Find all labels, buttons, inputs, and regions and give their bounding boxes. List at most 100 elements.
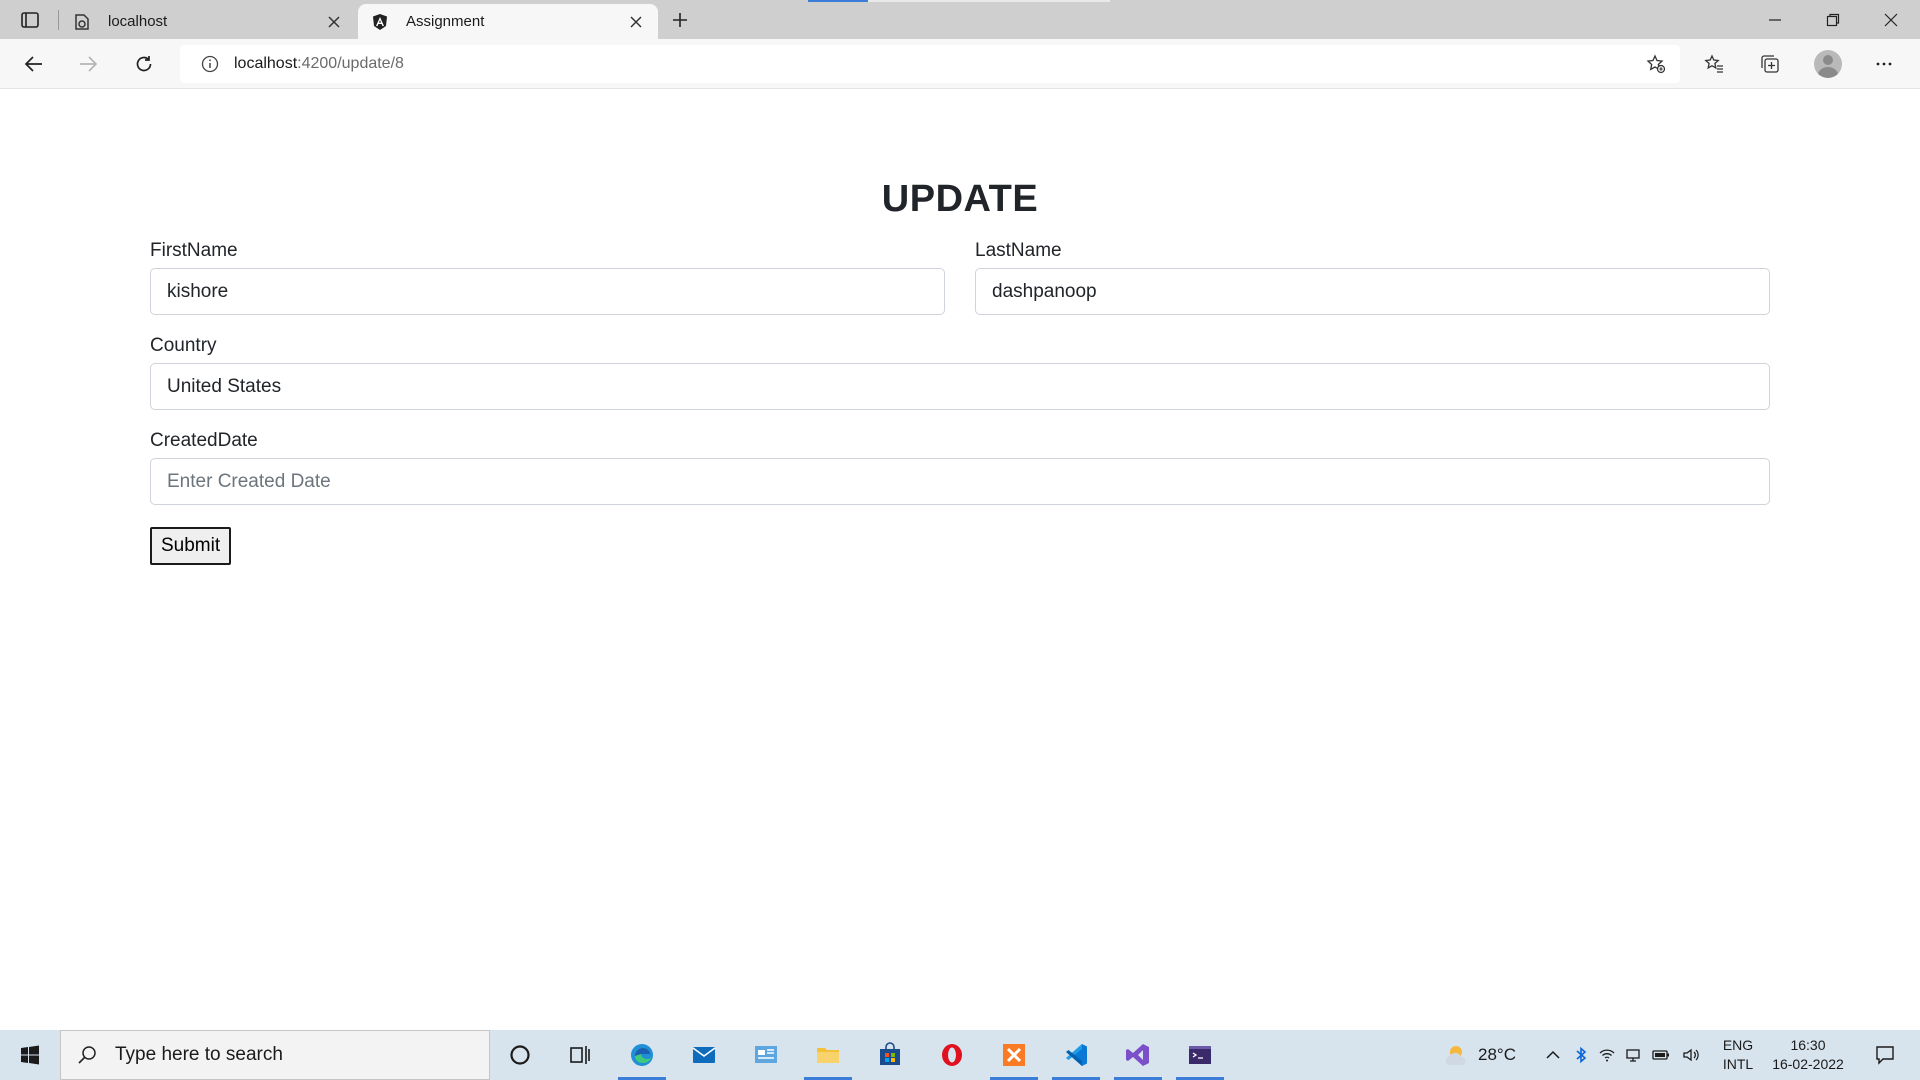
clock[interactable]: 16:30 16-02-2022 bbox=[1766, 1036, 1850, 1074]
keyboard-layout: INTL bbox=[1722, 1056, 1754, 1072]
country-input[interactable] bbox=[150, 363, 1770, 410]
store-icon bbox=[880, 1042, 900, 1065]
file-explorer-app[interactable] bbox=[798, 1030, 858, 1080]
mail-app[interactable] bbox=[674, 1030, 734, 1080]
country-group: Country bbox=[150, 335, 1770, 410]
visual-studio-app[interactable] bbox=[1108, 1030, 1168, 1080]
tab-title: Assignment bbox=[406, 13, 485, 30]
back-button[interactable] bbox=[16, 47, 52, 81]
restore-button[interactable] bbox=[1804, 0, 1862, 39]
minimize-button[interactable] bbox=[1746, 0, 1804, 39]
close-window-button[interactable] bbox=[1862, 0, 1920, 39]
tab-title: localhost bbox=[108, 13, 168, 30]
restore-icon bbox=[1826, 13, 1840, 26]
tab-assignment[interactable]: Assignment bbox=[358, 4, 658, 39]
notification-icon bbox=[1876, 1046, 1894, 1065]
weather-widget[interactable]: 28°C bbox=[1440, 1030, 1516, 1080]
display-tray[interactable] bbox=[1620, 1030, 1646, 1080]
close-icon[interactable] bbox=[320, 8, 348, 36]
browser-tab-bar: localhost Assignment bbox=[0, 0, 1920, 39]
close-icon bbox=[1884, 13, 1898, 26]
loading-track bbox=[868, 0, 1110, 2]
new-tab-button[interactable] bbox=[664, 6, 696, 34]
volume-tray[interactable] bbox=[1676, 1030, 1706, 1080]
url-host: localhost bbox=[234, 55, 298, 72]
submit-button[interactable]: Submit bbox=[150, 527, 232, 565]
show-hidden-icons[interactable] bbox=[1538, 1030, 1568, 1080]
add-favorite-icon[interactable] bbox=[1644, 53, 1668, 75]
battery-tray[interactable] bbox=[1646, 1030, 1676, 1080]
created-date-label: CreatedDate bbox=[150, 430, 258, 451]
weather-temp: 28°C bbox=[1478, 1045, 1516, 1064]
display-icon bbox=[1626, 1049, 1640, 1062]
loading-indicator bbox=[808, 0, 868, 2]
tab-actions-button[interactable] bbox=[10, 6, 50, 34]
name-row: FirstName LastName bbox=[150, 240, 1770, 315]
profile-button[interactable] bbox=[1810, 47, 1846, 81]
mail-icon bbox=[692, 1047, 716, 1063]
search-icon bbox=[78, 1046, 96, 1064]
settings-menu-button[interactable] bbox=[1866, 47, 1902, 81]
chevron-up-icon bbox=[1546, 1050, 1560, 1059]
clock-time: 16:30 bbox=[1790, 1037, 1826, 1053]
tab-actions-icon bbox=[21, 12, 39, 28]
opera-app[interactable] bbox=[922, 1030, 982, 1080]
vscode-app[interactable] bbox=[1046, 1030, 1106, 1080]
avatar bbox=[1814, 50, 1842, 78]
windows-icon bbox=[21, 1045, 39, 1065]
refresh-button[interactable] bbox=[126, 47, 162, 81]
collections-button[interactable] bbox=[1752, 47, 1788, 81]
page-icon bbox=[72, 12, 92, 32]
favorites-icon bbox=[1704, 54, 1723, 73]
language-indicator[interactable]: ENG INTL bbox=[1716, 1036, 1760, 1074]
arrow-left-icon bbox=[24, 56, 42, 72]
collections-icon bbox=[1761, 55, 1779, 73]
bluetooth-icon bbox=[1576, 1046, 1587, 1064]
control-panel-app[interactable] bbox=[736, 1030, 796, 1080]
task-view-button[interactable] bbox=[550, 1030, 610, 1080]
favorites-button[interactable] bbox=[1696, 47, 1732, 81]
start-button[interactable] bbox=[0, 1030, 60, 1080]
bluetooth-tray[interactable] bbox=[1568, 1030, 1594, 1080]
created-date-input[interactable] bbox=[150, 458, 1770, 505]
cortana-button[interactable] bbox=[490, 1030, 550, 1080]
country-row: Country bbox=[150, 335, 1770, 410]
clock-date: 16-02-2022 bbox=[1772, 1056, 1844, 1072]
tab-separator bbox=[58, 10, 59, 30]
minimize-icon bbox=[1769, 18, 1781, 21]
search-placeholder: Type here to search bbox=[115, 1044, 283, 1065]
plus-icon bbox=[673, 13, 687, 27]
more-icon bbox=[1876, 62, 1892, 66]
first-name-input[interactable] bbox=[150, 268, 945, 315]
vscode-icon bbox=[1066, 1044, 1087, 1066]
page-title: UPDATE bbox=[881, 178, 1039, 220]
tab-localhost[interactable]: localhost bbox=[60, 4, 356, 39]
store-app[interactable] bbox=[860, 1030, 920, 1080]
taskbar: Type here to search 28°C ENG INTL 16:30 … bbox=[0, 1030, 1920, 1080]
url-path: :4200/update/8 bbox=[297, 55, 404, 72]
opera-icon bbox=[942, 1044, 962, 1066]
xampp-app[interactable] bbox=[984, 1030, 1044, 1080]
address-bar[interactable]: localhost:4200/update/8 bbox=[180, 45, 1680, 83]
first-name-group: FirstName bbox=[150, 240, 945, 315]
weather-icon bbox=[1445, 1046, 1466, 1065]
last-name-input[interactable] bbox=[975, 268, 1770, 315]
arrow-right-icon bbox=[80, 56, 98, 72]
edge-app[interactable] bbox=[612, 1030, 672, 1080]
terminal-app[interactable] bbox=[1170, 1030, 1230, 1080]
edge-icon bbox=[631, 1044, 653, 1066]
battery-icon bbox=[1652, 1050, 1669, 1060]
network-tray[interactable] bbox=[1594, 1030, 1620, 1080]
task-view-icon bbox=[570, 1046, 590, 1064]
xampp-icon bbox=[1003, 1044, 1025, 1066]
url-text: localhost:4200/update/8 bbox=[234, 55, 404, 73]
cortana-icon bbox=[510, 1045, 530, 1065]
close-icon[interactable] bbox=[622, 8, 650, 36]
notifications-button[interactable] bbox=[1860, 1030, 1910, 1080]
forward-button[interactable] bbox=[70, 47, 106, 81]
taskbar-search[interactable]: Type here to search bbox=[60, 1030, 490, 1080]
created-date-group: CreatedDate bbox=[150, 430, 1770, 505]
language-code: ENG bbox=[1722, 1037, 1754, 1053]
info-icon[interactable] bbox=[192, 46, 228, 82]
angular-icon bbox=[370, 12, 390, 32]
